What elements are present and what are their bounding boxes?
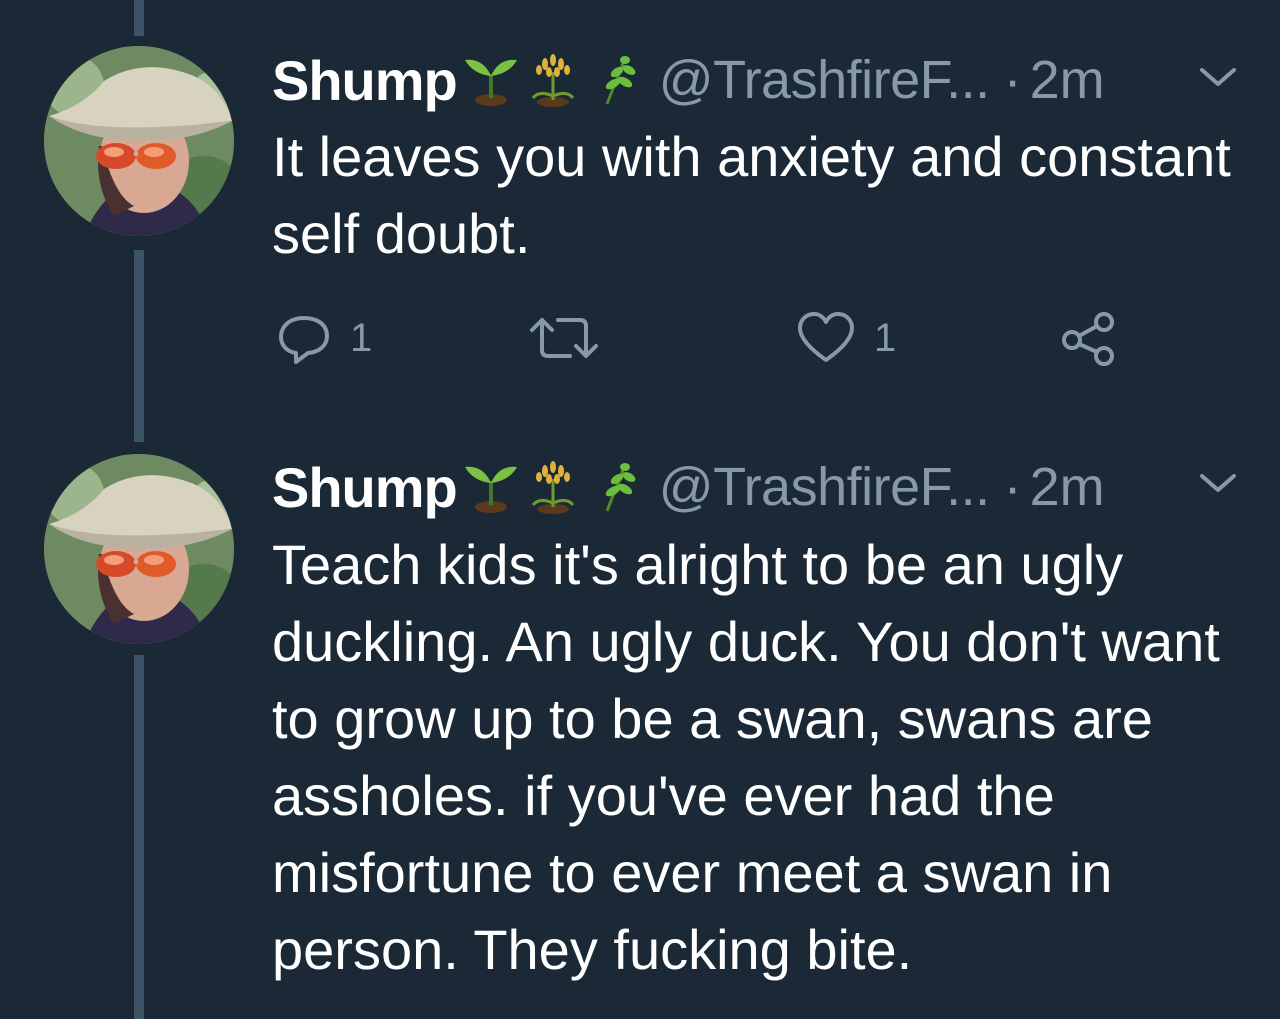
handle[interactable]: @TrashfireF... [659,49,990,111]
avatar[interactable] [44,454,234,644]
rice-plant-icon [531,54,574,107]
handle[interactable]: @TrashfireF... [659,456,990,518]
tweet-header: Shump @TrashfireF... · 2m [272,45,1105,115]
action-bar: 1 1 [272,308,1172,368]
emoji-group [459,459,645,515]
seedling-icon [464,59,517,106]
tweet-header: Shump @TrashfireF... · 2m [272,452,1105,522]
herb-icon [605,56,636,105]
heart-icon [798,312,854,362]
seedling-icon [464,466,517,513]
timestamp[interactable]: 2m [1030,49,1105,111]
herb-icon [605,463,636,512]
tweet-text: Teach kids it's alright to be an ugly du… [272,533,1220,981]
tweet-text: It leaves you with anxiety and constant … [272,125,1231,265]
reply-button[interactable]: 1 [276,308,372,368]
retweet-icon [530,318,598,358]
chevron-down-icon[interactable] [1196,62,1240,92]
chevron-down-icon[interactable] [1196,468,1240,498]
reply-count: 1 [350,315,373,360]
like-button[interactable]: 1 [796,308,896,368]
separator-dot: · [1003,457,1022,517]
tweet[interactable]: Shump [0,440,1280,1019]
share-button[interactable] [1058,308,1118,368]
emoji-group [459,52,645,108]
timestamp[interactable]: 2m [1030,456,1105,518]
like-count: 1 [874,315,897,360]
avatar[interactable] [44,46,234,236]
display-name[interactable]: Shump [272,455,458,520]
share-icon [1062,312,1114,366]
separator-dot: · [1003,50,1022,110]
display-name[interactable]: Shump [272,48,458,113]
tweet[interactable]: Shump [0,0,1280,440]
retweet-button[interactable] [528,308,600,368]
reply-icon [279,316,329,364]
rice-plant-icon [531,461,574,514]
